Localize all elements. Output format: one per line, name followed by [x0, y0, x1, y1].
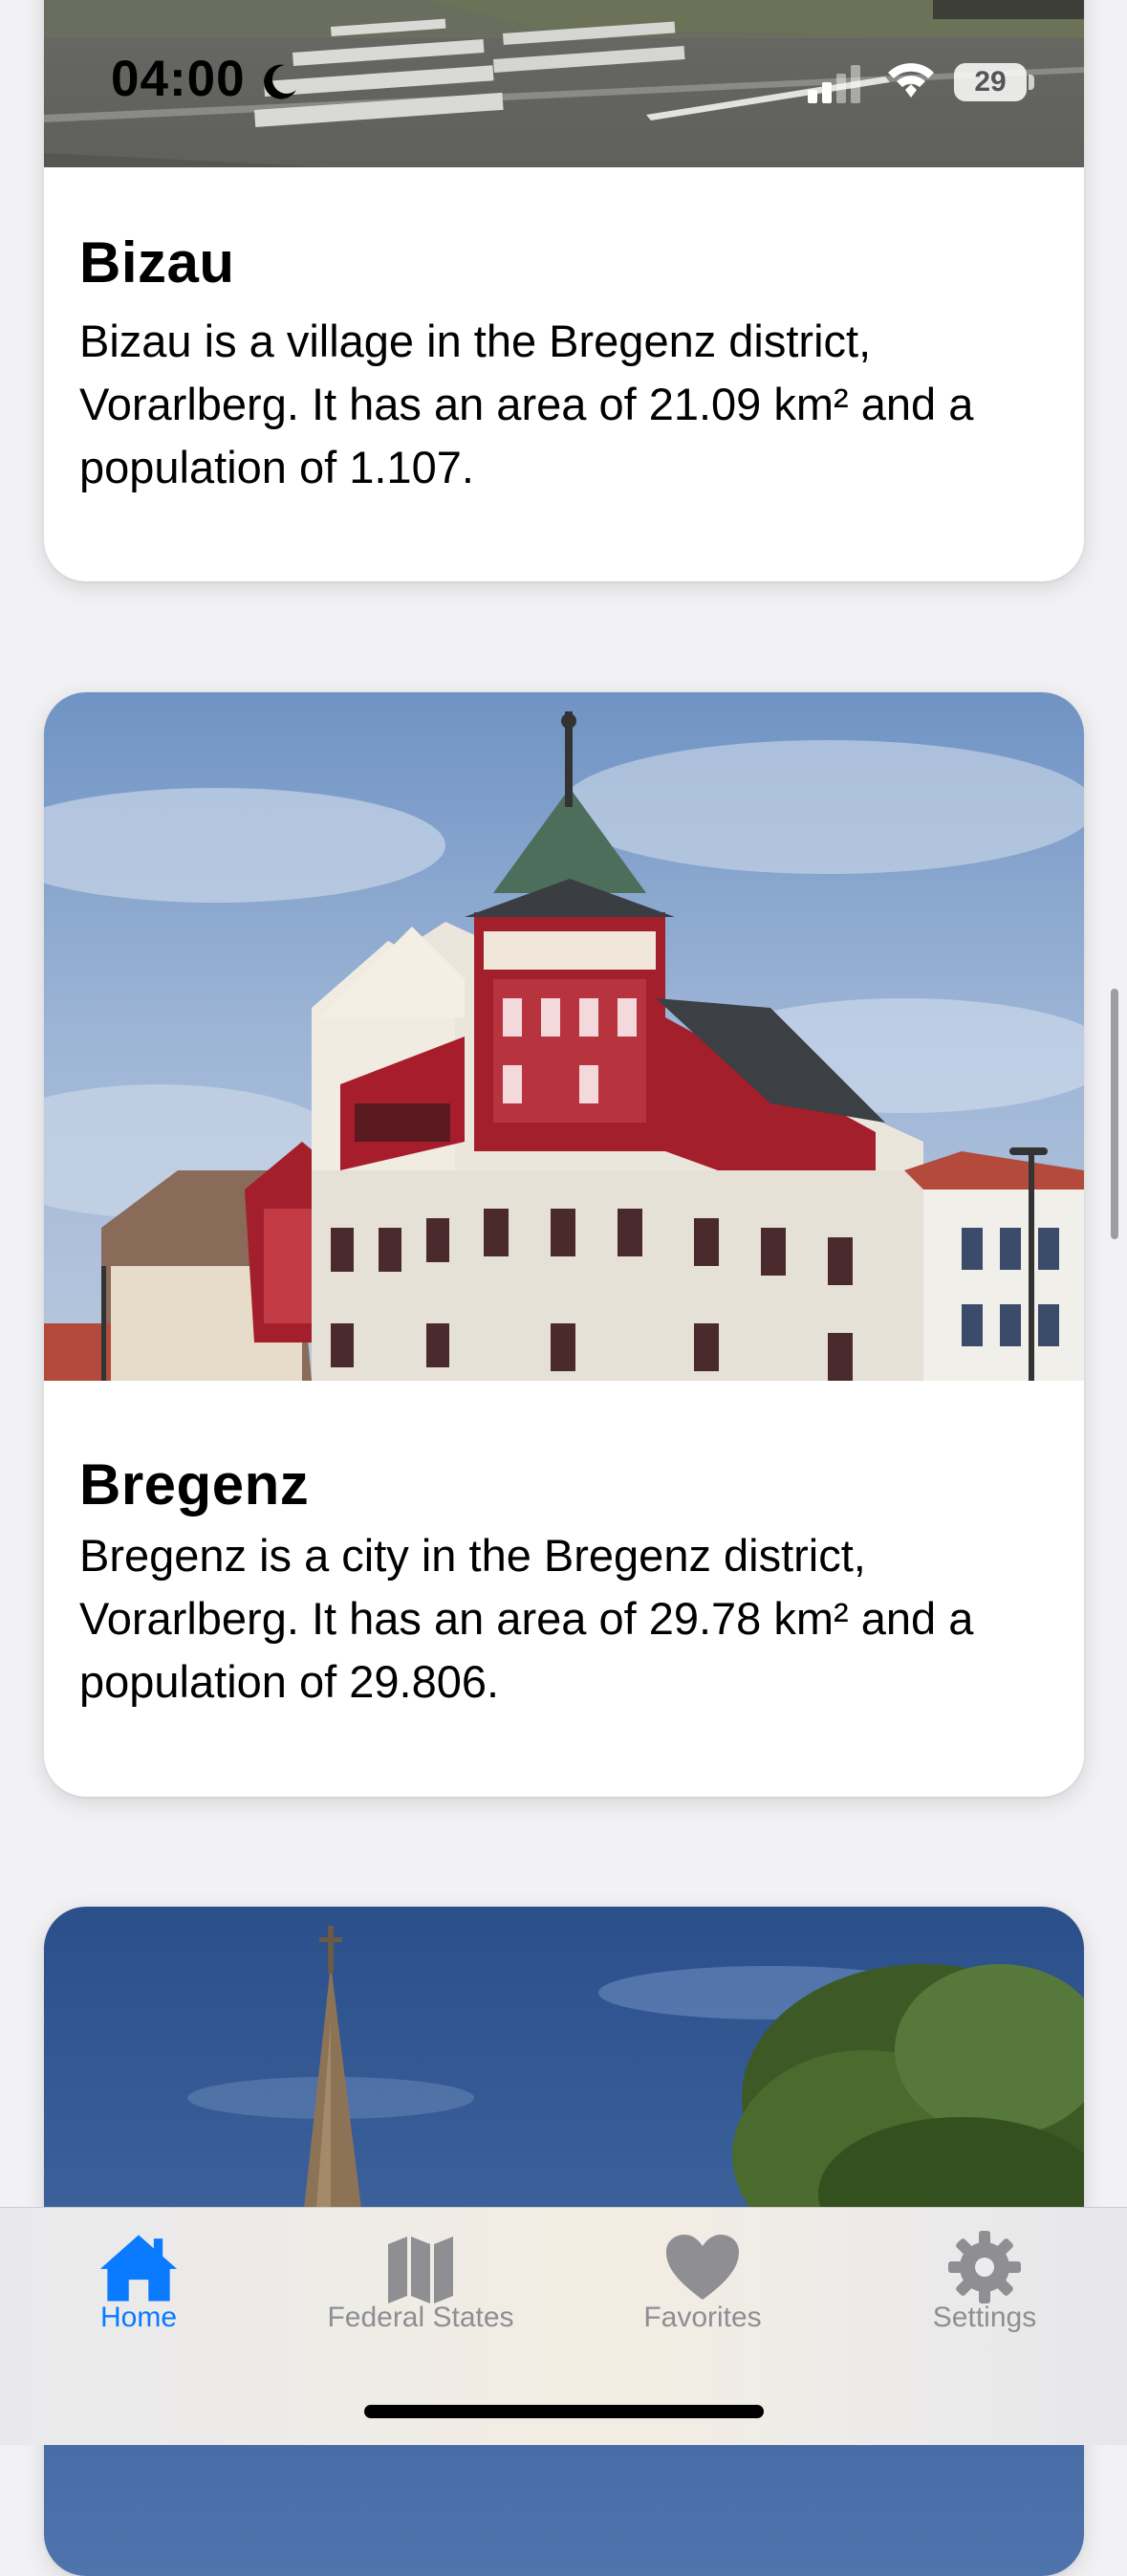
town-name: Bizau: [79, 230, 235, 295]
tab-label: Settings: [932, 2302, 1037, 2333]
tab-label: Federal States: [327, 2302, 514, 2333]
tab-federal-states[interactable]: Federal States: [306, 2208, 535, 2370]
tab-home[interactable]: Home: [57, 2208, 220, 2370]
town-description: Bizau is a village in the Bregenz distri…: [79, 316, 974, 492]
tab-label: Favorites: [643, 2302, 762, 2333]
house-icon: [99, 2235, 178, 2302]
town-photo: [44, 692, 1084, 1381]
home-indicator[interactable]: [364, 2405, 764, 2418]
heart-icon: [666, 2235, 739, 2300]
battery-cap: [1029, 75, 1034, 90]
status-time: 04:00: [111, 51, 246, 107]
scroll-indicator[interactable]: [1111, 989, 1118, 1239]
town-feed[interactable]: Bizau Bizau is a village in the Bregenz …: [0, 0, 1127, 2576]
cellular-signal-icon: [808, 65, 860, 103]
battery-level: 29: [974, 66, 1007, 98]
tab-settings[interactable]: Settings: [908, 2208, 1061, 2370]
town-description: Bregenz is a city in the Bregenz distric…: [79, 1530, 974, 1707]
town-name: Bregenz: [79, 1452, 310, 1517]
tab-favorites[interactable]: Favorites: [631, 2208, 774, 2370]
tab-label: Home: [99, 2302, 178, 2333]
gear-icon: [948, 2231, 1021, 2303]
wifi-icon: [888, 63, 934, 98]
map-icon: [388, 2237, 453, 2303]
moon-icon: [264, 64, 296, 99]
town-card-bregenz[interactable]: Bregenz Bregenz is a city in the Bregenz…: [44, 692, 1084, 1797]
